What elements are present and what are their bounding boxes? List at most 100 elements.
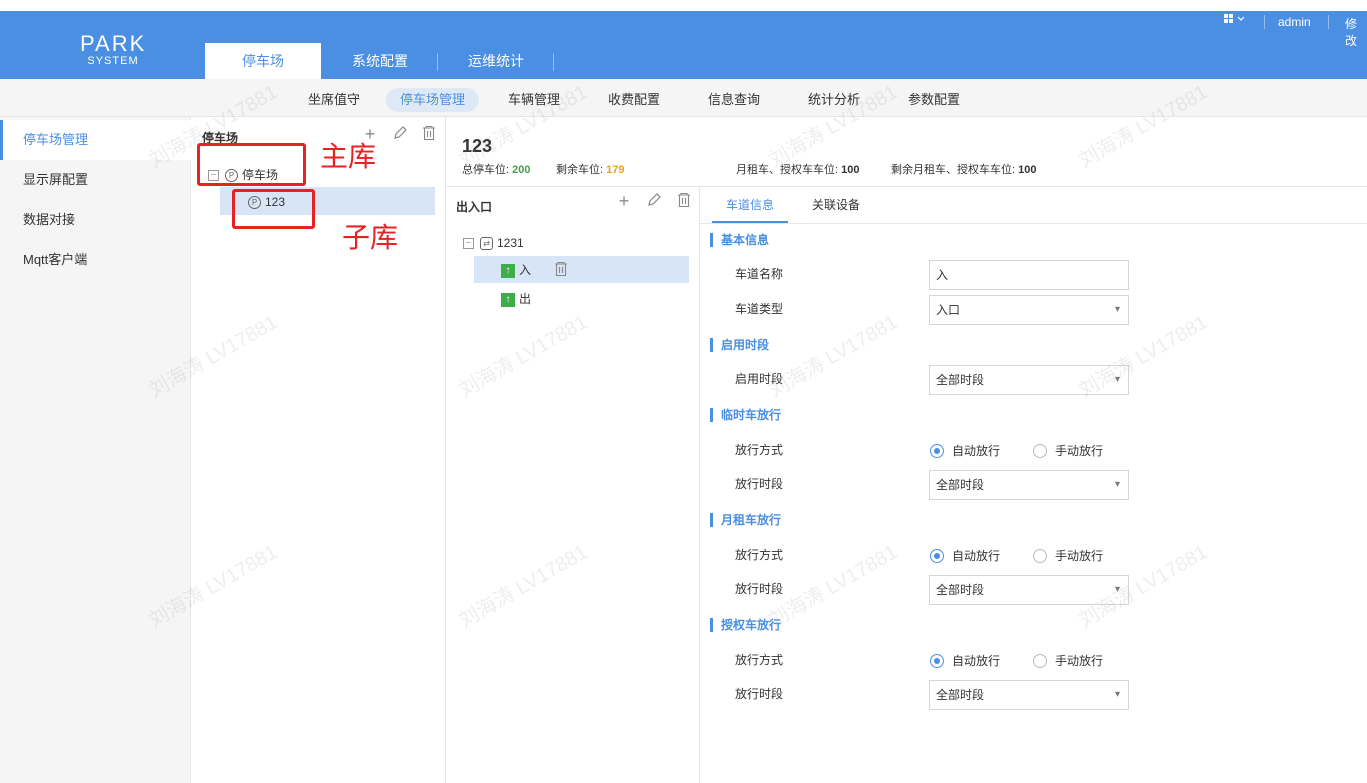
section-monthly-car: 月租车放行 [710,513,781,527]
section-auth-car: 授权车放行 [710,618,781,632]
tab-ops-stats[interactable]: 运维统计 [446,43,546,79]
stat-monthly-remain-value: 100 [1018,164,1037,176]
enable-period-select[interactable]: 全部时段 [929,365,1129,395]
gate-entry-label: 入 [519,263,532,277]
edit-icon[interactable] [391,125,409,143]
temp-auto-release-label: 自动放行 [952,444,1001,458]
radio-dot [930,653,944,668]
radio-dot [1033,548,1047,563]
monthly-release-time-label: 放行时段 [735,582,784,596]
auth-release-time-value: 全部时段 [936,688,985,702]
user-name[interactable]: admin [1278,15,1311,29]
temp-release-mode-label: 放行方式 [735,443,784,457]
monthly-auto-release-radio[interactable]: 自动放行 [930,541,1000,571]
logo-line1: PARK [80,31,147,56]
stat-total: 总停车位: 200 [462,161,530,177]
subnav-vehicle-manage[interactable]: 车辆管理 [508,88,560,112]
tab-system-config[interactable]: 系统配置 [330,43,430,79]
auth-auto-release-label: 自动放行 [952,654,1001,668]
delete-icon[interactable] [420,125,438,143]
monthly-manual-release-radio[interactable]: 手动放行 [1033,541,1103,571]
annotation-box-main [197,143,306,186]
sub-nav: 坐席值守 停车场管理 车辆管理 收费配置 信息查询 统计分析 参数配置 [0,79,1367,117]
logo-line2: SYSTEM [87,55,139,67]
gate-entry[interactable]: ↑ 入 [501,257,531,283]
temp-release-time-label: 放行时段 [735,477,784,491]
subnav-info-query[interactable]: 信息查询 [708,88,760,112]
stat-remain-value: 179 [606,164,625,176]
auth-release-time-label: 放行时段 [735,687,784,701]
annotation-child-label: 子库 [342,222,399,253]
stat-total-value: 200 [512,164,531,176]
tab-lane-info[interactable]: 车道信息 [712,189,788,223]
radio-dot [930,548,944,563]
temp-auto-release-radio[interactable]: 自动放行 [930,436,1000,466]
monthly-release-time-select[interactable]: 全部时段 [929,575,1129,605]
radio-dot [930,443,944,458]
auth-manual-release-radio[interactable]: 手动放行 [1033,646,1103,676]
subnav-fee-config[interactable]: 收费配置 [608,88,660,112]
logo: PARK SYSTEM [80,31,147,68]
stat-monthly-value: 100 [841,164,860,176]
radio-dot [1033,443,1047,458]
enable-period-value: 全部时段 [936,373,985,387]
lane-type-label: 车道类型 [735,302,784,316]
gate-exit[interactable]: ↑ 出 [501,286,531,312]
sidebar-item-mqtt[interactable]: Mqtt客户端 [0,240,191,280]
entry-gate-icon: ↑ [501,263,515,278]
watermark: 刘海涛 LV17881 [765,541,902,633]
delete-icon[interactable] [675,192,693,210]
parking-panel [191,117,446,783]
subnav-seat-duty[interactable]: 坐席值守 [308,88,360,112]
gate-group-icon: ⇄ [480,237,493,251]
annotation-box-child [232,189,315,229]
edit-icon[interactable] [645,192,663,210]
gate-group-1231[interactable]: − ⇄ 1231 [463,230,524,256]
tab-related-devices[interactable]: 关联设备 [812,189,860,223]
lane-name-label: 车道名称 [735,267,784,281]
temp-release-time-value: 全部时段 [936,478,985,492]
stat-monthly-remain-label: 剩余月租车、授权车车位: [891,164,1016,176]
gate-group-label: 1231 [497,236,524,250]
subnav-params[interactable]: 参数配置 [908,88,960,112]
section-basic-info: 基本信息 [710,233,769,247]
annotation-main-label: 主库 [320,141,377,172]
temp-manual-release-label: 手动放行 [1055,444,1104,458]
tab-parking[interactable]: 停车场 [205,43,321,79]
gate-panel-title: 出入口 [456,200,493,214]
temp-release-time-select[interactable]: 全部时段 [929,470,1129,500]
sidebar-item-parking-manage[interactable]: 停车场管理 [0,120,191,160]
top-separator [1264,15,1265,29]
temp-manual-release-radio[interactable]: 手动放行 [1033,436,1103,466]
lane-name-input[interactable]: 入 [929,260,1129,290]
auth-release-mode-label: 放行方式 [735,653,784,667]
section-enable-period: 启用时段 [710,338,769,352]
collapse-icon[interactable]: − [463,238,474,250]
stat-monthly: 月租车、授权车车位: 100 [736,161,859,177]
subnav-parking-manage[interactable]: 停车场管理 [386,88,480,112]
auth-auto-release-radio[interactable]: 自动放行 [930,646,1000,676]
stat-remain: 剩余车位: 179 [556,161,624,177]
sidebar-item-data-integration[interactable]: 数据对接 [0,200,191,240]
exit-gate-icon: ↑ [501,292,515,307]
lane-type-select[interactable]: 入口 [929,295,1129,325]
watermark: 刘海涛 LV17881 [765,311,902,403]
monthly-auto-release-label: 自动放行 [952,549,1001,563]
delete-icon[interactable] [552,261,570,279]
stat-total-label: 总停车位: [462,164,510,176]
sidebar-item-display-config[interactable]: 显示屏配置 [0,160,191,200]
top-separator [1328,15,1329,29]
edit-link[interactable]: 修改 [1345,15,1367,49]
radio-dot [1033,653,1047,668]
subnav-stats[interactable]: 统计分析 [808,88,860,112]
auth-release-time-select[interactable]: 全部时段 [929,680,1129,710]
add-icon[interactable]: + [615,192,633,210]
monthly-release-time-value: 全部时段 [936,583,985,597]
section-temp-car: 临时车放行 [710,408,781,422]
stat-monthly-remain: 剩余月租车、授权车车位: 100 [891,161,1036,177]
grid-icon[interactable] [1224,14,1248,26]
detail-title: 123 [462,136,493,156]
enable-period-label: 启用时段 [735,372,784,386]
stat-monthly-label: 月租车、授权车车位: [736,164,839,176]
tab-separator [553,53,554,71]
